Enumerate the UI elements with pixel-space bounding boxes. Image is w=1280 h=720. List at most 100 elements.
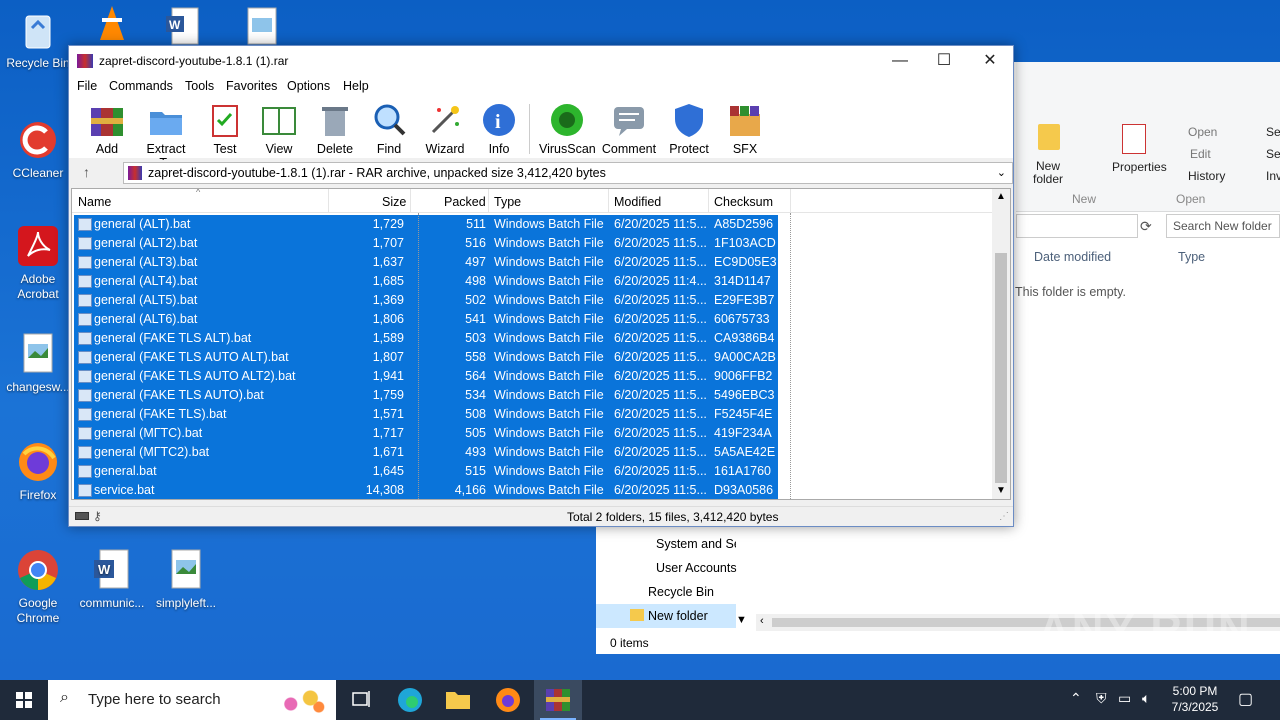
cell-checksum: 1F103ACD xyxy=(714,236,776,250)
desktop-icon-communic[interactable]: W communic... xyxy=(74,548,150,611)
column-name[interactable]: Name xyxy=(78,195,111,209)
desktop-icon-google-chrome[interactable]: Google Chrome xyxy=(0,548,76,626)
file-list[interactable]: Name ^ Size Packed Type Modified Checksu… xyxy=(71,188,1011,500)
desktop-icon-adobe-acrobat[interactable]: Adobe Acrobat xyxy=(0,224,76,302)
add-button[interactable]: Add xyxy=(87,102,127,156)
search-input[interactable]: Search New folder xyxy=(1166,214,1280,238)
cell-packed: 564 xyxy=(465,369,486,383)
archive-path-field[interactable]: zapret-discord-youtube-1.8.1 (1).rar - R… xyxy=(123,162,1013,184)
comment-button[interactable]: Comment xyxy=(601,102,657,156)
taskbar-search[interactable]: ⌕ Type here to search xyxy=(48,680,336,720)
menu-commands[interactable]: Commands xyxy=(109,79,173,93)
up-arrow-icon[interactable]: ↑ xyxy=(83,164,90,180)
vlc-icon[interactable] xyxy=(92,4,132,44)
protect-button[interactable]: Protect xyxy=(667,102,711,156)
cell-type: Windows Batch File xyxy=(494,369,604,383)
select-all-button[interactable]: Sel xyxy=(1266,125,1280,139)
table-row[interactable]: general (FAKE TLS ALT).bat 1,589 503 Window… xyxy=(74,329,778,348)
table-row[interactable]: general (ALT4).bat 1,685 498 Windows Batch … xyxy=(74,272,778,291)
column-packed[interactable]: Packed xyxy=(444,195,486,209)
task-view-button[interactable] xyxy=(336,680,384,720)
table-row[interactable]: general (ALT5).bat 1,369 502 Windows Batch … xyxy=(74,291,778,310)
title-bar[interactable]: zapret-discord-youtube-1.8.1 (1).rar — ☐… xyxy=(69,46,1013,76)
desktop-icon-firefox[interactable]: Firefox xyxy=(0,440,76,503)
desktop-icon-simplyleft[interactable]: simplyleft... xyxy=(148,548,224,611)
desktop-icon-changesw[interactable]: changesw... xyxy=(0,332,76,395)
column-date-modified[interactable]: Date modified xyxy=(1034,250,1111,264)
table-row[interactable]: general (ALT3).bat 1,637 497 Windows Batch … xyxy=(74,253,778,272)
find-button[interactable]: Find xyxy=(371,102,407,156)
test-button[interactable]: Test xyxy=(207,102,243,156)
table-row[interactable]: general (МГТС).bat 1,717 505 Windows Batch … xyxy=(74,424,778,443)
table-row[interactable]: general (FAKE TLS AUTO ALT).bat 1,807 558 W… xyxy=(74,348,778,367)
chevron-up-icon[interactable]: ⌃ xyxy=(1070,690,1082,707)
history-button[interactable]: History xyxy=(1188,169,1225,183)
network-icon[interactable]: ▭ xyxy=(1118,690,1131,707)
word-doc-icon[interactable]: W xyxy=(164,6,204,46)
view-button[interactable]: View xyxy=(257,102,301,156)
menu-favorites[interactable]: Favorites xyxy=(226,79,277,93)
vertical-scrollbar[interactable]: ▲ ▼ xyxy=(992,189,1010,499)
column-type[interactable]: Type xyxy=(1178,250,1205,264)
start-button[interactable] xyxy=(0,680,48,720)
select-none-button[interactable]: Sel xyxy=(1266,147,1280,161)
sfx-button[interactable]: SFX xyxy=(725,102,765,156)
minimize-button[interactable]: — xyxy=(877,46,923,76)
table-row[interactable]: general (FAKE TLS AUTO).bat 1,759 534 Windo… xyxy=(74,386,778,405)
cell-packed: 511 xyxy=(466,217,486,231)
invert-selection-button[interactable]: Inv xyxy=(1266,169,1280,183)
table-row[interactable]: general (ALT6).bat 1,806 541 Windows Batch … xyxy=(74,310,778,329)
resize-grip-icon[interactable]: ⋰ xyxy=(999,511,1009,522)
security-icon[interactable]: ⛨ xyxy=(1096,690,1107,707)
address-dropdown[interactable] xyxy=(1016,214,1138,238)
nav-item-user-accounts[interactable]: User Accounts xyxy=(596,556,737,580)
column-modified[interactable]: Modified xyxy=(614,195,661,209)
scroll-down-icon[interactable]: ▼ xyxy=(996,485,1006,496)
table-row[interactable]: general (FAKE TLS AUTO ALT2).bat 1,941 564… xyxy=(74,367,778,386)
taskbar-file-explorer[interactable] xyxy=(434,680,482,720)
taskbar-winrar[interactable] xyxy=(534,680,582,720)
table-row[interactable]: general (FAKE TLS).bat 1,571 508 Windows Ba… xyxy=(74,405,778,424)
menu-help[interactable]: Help xyxy=(343,79,369,93)
delete-button[interactable]: Delete xyxy=(315,102,355,156)
table-row[interactable]: general (ALT2).bat 1,707 516 Windows Batch … xyxy=(74,234,778,253)
nav-item-recycle-bin[interactable]: Recycle Bin xyxy=(596,580,736,604)
cell-checksum: 9006FFB2 xyxy=(714,369,773,383)
notifications-icon[interactable]: ▢ xyxy=(1238,689,1253,709)
table-row[interactable]: general.bat 1,645 515 Windows Batch File 6/2… xyxy=(74,462,778,481)
nav-item-system-security[interactable]: System and Se xyxy=(596,532,736,556)
desktop-icon-recycle-bin[interactable]: Recycle Bin xyxy=(0,8,76,71)
menu-file[interactable]: File xyxy=(77,79,97,93)
maximize-button[interactable]: ☐ xyxy=(921,46,967,76)
desktop-icon-ccleaner[interactable]: CCleaner xyxy=(0,118,76,181)
new-folder-button[interactable]: New folder xyxy=(1026,160,1070,186)
menu-tools[interactable]: Tools xyxy=(185,79,214,93)
cell-type: Windows Batch File xyxy=(494,274,604,288)
nav-item-new-folder[interactable]: New folder xyxy=(596,604,736,628)
table-row[interactable]: general (ALT).bat 1,729 511 Windows Batch F… xyxy=(74,215,778,234)
volume-icon[interactable]: 🔈︎ xyxy=(1142,690,1150,707)
column-checksum[interactable]: Checksum xyxy=(714,195,773,209)
image-file-icon[interactable] xyxy=(242,6,282,46)
menu-options[interactable]: Options xyxy=(287,79,330,93)
open-button[interactable]: Open xyxy=(1188,125,1217,139)
taskbar-edge[interactable] xyxy=(386,680,434,720)
info-button[interactable]: i Info xyxy=(481,102,517,156)
scroll-up-icon[interactable]: ▲ xyxy=(996,191,1006,202)
table-row[interactable]: general (МГТС2).bat 1,671 493 Windows Batch… xyxy=(74,443,778,462)
clock[interactable]: 5:00 PM 7/3/2025 xyxy=(1166,683,1224,715)
edit-button[interactable]: Edit xyxy=(1190,147,1211,161)
virusscan-button[interactable]: VirusScan xyxy=(539,102,596,156)
taskbar-firefox[interactable] xyxy=(484,680,532,720)
table-row[interactable]: service.bat 14,308 4,166 Windows Batch File… xyxy=(74,481,778,499)
column-size[interactable]: Size xyxy=(382,195,406,209)
close-button[interactable]: ✕ xyxy=(967,46,1013,76)
column-type[interactable]: Type xyxy=(494,195,521,209)
chevron-down-icon[interactable]: ⌄ xyxy=(997,163,1006,183)
scroll-down-icon[interactable]: ▼ xyxy=(736,614,747,626)
wizard-button[interactable]: Wizard xyxy=(423,102,467,156)
properties-button[interactable]: Properties xyxy=(1112,160,1167,174)
scroll-thumb[interactable] xyxy=(995,253,1007,483)
refresh-icon[interactable]: ⟳ xyxy=(1140,218,1152,235)
taskbar-search-placeholder: Type here to search xyxy=(88,691,221,708)
